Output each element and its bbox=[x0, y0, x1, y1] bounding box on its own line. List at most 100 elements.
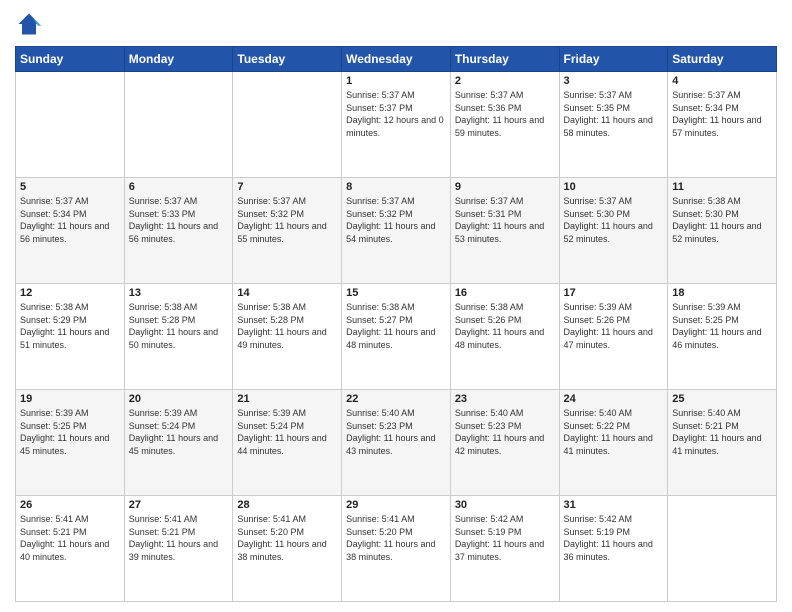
day-cell: 24 Sunrise: 5:40 AMSunset: 5:22 PMDayligh… bbox=[559, 390, 668, 496]
day-cell bbox=[668, 496, 777, 602]
day-info: Sunrise: 5:37 AMSunset: 5:37 PMDaylight:… bbox=[346, 89, 446, 139]
day-number: 14 bbox=[237, 287, 337, 299]
day-info: Sunrise: 5:38 AMSunset: 5:28 PMDaylight:… bbox=[237, 301, 337, 351]
day-cell: 30 Sunrise: 5:42 AMSunset: 5:19 PMDayligh… bbox=[450, 496, 559, 602]
day-number: 16 bbox=[455, 287, 555, 299]
day-info: Sunrise: 5:37 AMSunset: 5:32 PMDaylight:… bbox=[237, 195, 337, 245]
day-number: 19 bbox=[20, 393, 120, 405]
day-number: 4 bbox=[672, 75, 772, 87]
week-row-2: 5 Sunrise: 5:37 AMSunset: 5:34 PMDaylight… bbox=[16, 178, 777, 284]
day-info: Sunrise: 5:38 AMSunset: 5:26 PMDaylight:… bbox=[455, 301, 555, 351]
day-info: Sunrise: 5:40 AMSunset: 5:22 PMDaylight:… bbox=[564, 407, 664, 457]
day-info: Sunrise: 5:39 AMSunset: 5:24 PMDaylight:… bbox=[129, 407, 229, 457]
day-cell bbox=[16, 72, 125, 178]
day-info: Sunrise: 5:41 AMSunset: 5:21 PMDaylight:… bbox=[20, 513, 120, 563]
weekday-header-friday: Friday bbox=[559, 47, 668, 72]
page: SundayMondayTuesdayWednesdayThursdayFrid… bbox=[0, 0, 792, 612]
day-cell: 1 Sunrise: 5:37 AMSunset: 5:37 PMDaylight… bbox=[342, 72, 451, 178]
day-cell: 19 Sunrise: 5:39 AMSunset: 5:25 PMDayligh… bbox=[16, 390, 125, 496]
day-info: Sunrise: 5:37 AMSunset: 5:34 PMDaylight:… bbox=[20, 195, 120, 245]
day-cell: 21Sunrise: 5:39 AMSunset: 5:24 PMDayligh… bbox=[233, 390, 342, 496]
week-row-5: 26Sunrise: 5:41 AMSunset: 5:21 PMDayligh… bbox=[16, 496, 777, 602]
day-number: 20 bbox=[129, 393, 229, 405]
day-number: 28 bbox=[237, 499, 337, 511]
day-cell: 6Sunrise: 5:37 AMSunset: 5:33 PMDaylight… bbox=[124, 178, 233, 284]
day-info: Sunrise: 5:39 AMSunset: 5:25 PMDaylight:… bbox=[20, 407, 120, 457]
day-number: 25 bbox=[672, 393, 772, 405]
day-cell: 27 Sunrise: 5:41 AMSunset: 5:21 PMDayligh… bbox=[124, 496, 233, 602]
day-cell: 29Sunrise: 5:41 AMSunset: 5:20 PMDayligh… bbox=[342, 496, 451, 602]
day-info: Sunrise: 5:38 AMSunset: 5:28 PMDaylight:… bbox=[129, 301, 229, 351]
day-number: 7 bbox=[237, 181, 337, 193]
weekday-header-thursday: Thursday bbox=[450, 47, 559, 72]
day-cell: 26Sunrise: 5:41 AMSunset: 5:21 PMDayligh… bbox=[16, 496, 125, 602]
day-info: Sunrise: 5:40 AMSunset: 5:21 PMDaylight:… bbox=[672, 407, 772, 457]
header bbox=[15, 10, 777, 38]
day-info: Sunrise: 5:38 AMSunset: 5:27 PMDaylight:… bbox=[346, 301, 446, 351]
day-info: Sunrise: 5:41 AMSunset: 5:21 PMDaylight:… bbox=[129, 513, 229, 563]
day-cell: 3Sunrise: 5:37 AMSunset: 5:35 PMDaylight… bbox=[559, 72, 668, 178]
day-number: 11 bbox=[672, 181, 772, 193]
week-row-4: 19 Sunrise: 5:39 AMSunset: 5:25 PMDayligh… bbox=[16, 390, 777, 496]
weekday-header-sunday: Sunday bbox=[16, 47, 125, 72]
day-info: Sunrise: 5:38 AMSunset: 5:30 PMDaylight:… bbox=[672, 195, 772, 245]
day-cell: 20 Sunrise: 5:39 AMSunset: 5:24 PMDayligh… bbox=[124, 390, 233, 496]
day-cell: 12Sunrise: 5:38 AMSunset: 5:29 PMDayligh… bbox=[16, 284, 125, 390]
day-info: Sunrise: 5:37 AMSunset: 5:34 PMDaylight:… bbox=[672, 89, 772, 139]
day-number: 27 bbox=[129, 499, 229, 511]
day-number: 1 bbox=[346, 75, 446, 87]
day-number: 24 bbox=[564, 393, 664, 405]
day-cell: 17Sunrise: 5:39 AMSunset: 5:26 PMDayligh… bbox=[559, 284, 668, 390]
day-cell: 15 Sunrise: 5:38 AMSunset: 5:27 PMDayligh… bbox=[342, 284, 451, 390]
day-cell: 7 Sunrise: 5:37 AMSunset: 5:32 PMDaylight… bbox=[233, 178, 342, 284]
day-number: 13 bbox=[129, 287, 229, 299]
weekday-header-saturday: Saturday bbox=[668, 47, 777, 72]
day-cell: 23Sunrise: 5:40 AMSunset: 5:23 PMDayligh… bbox=[450, 390, 559, 496]
calendar-header: SundayMondayTuesdayWednesdayThursdayFrid… bbox=[16, 47, 777, 72]
weekday-header-tuesday: Tuesday bbox=[233, 47, 342, 72]
day-number: 15 bbox=[346, 287, 446, 299]
day-info: Sunrise: 5:40 AMSunset: 5:23 PMDaylight:… bbox=[346, 407, 446, 457]
day-cell: 14 Sunrise: 5:38 AMSunset: 5:28 PMDayligh… bbox=[233, 284, 342, 390]
day-cell: 16 Sunrise: 5:38 AMSunset: 5:26 PMDayligh… bbox=[450, 284, 559, 390]
day-cell: 22 Sunrise: 5:40 AMSunset: 5:23 PMDayligh… bbox=[342, 390, 451, 496]
day-number: 12 bbox=[20, 287, 120, 299]
day-number: 22 bbox=[346, 393, 446, 405]
day-info: Sunrise: 5:39 AMSunset: 5:25 PMDaylight:… bbox=[672, 301, 772, 351]
week-row-3: 12Sunrise: 5:38 AMSunset: 5:29 PMDayligh… bbox=[16, 284, 777, 390]
logo-icon bbox=[15, 10, 43, 38]
day-number: 21 bbox=[237, 393, 337, 405]
day-number: 2 bbox=[455, 75, 555, 87]
week-row-1: 1 Sunrise: 5:37 AMSunset: 5:37 PMDaylight… bbox=[16, 72, 777, 178]
day-cell: 31Sunrise: 5:42 AMSunset: 5:19 PMDayligh… bbox=[559, 496, 668, 602]
day-number: 18 bbox=[672, 287, 772, 299]
calendar: SundayMondayTuesdayWednesdayThursdayFrid… bbox=[15, 46, 777, 602]
day-cell: 25 Sunrise: 5:40 AMSunset: 5:21 PMDayligh… bbox=[668, 390, 777, 496]
day-cell: 10Sunrise: 5:37 AMSunset: 5:30 PMDayligh… bbox=[559, 178, 668, 284]
day-number: 9 bbox=[455, 181, 555, 193]
day-cell: 9Sunrise: 5:37 AMSunset: 5:31 PMDaylight… bbox=[450, 178, 559, 284]
calendar-body: 1 Sunrise: 5:37 AMSunset: 5:37 PMDaylight… bbox=[16, 72, 777, 602]
day-cell: 11 Sunrise: 5:38 AMSunset: 5:30 PMDayligh… bbox=[668, 178, 777, 284]
day-number: 10 bbox=[564, 181, 664, 193]
day-number: 30 bbox=[455, 499, 555, 511]
day-number: 6 bbox=[129, 181, 229, 193]
day-cell: 18 Sunrise: 5:39 AMSunset: 5:25 PMDayligh… bbox=[668, 284, 777, 390]
day-cell: 28Sunrise: 5:41 AMSunset: 5:20 PMDayligh… bbox=[233, 496, 342, 602]
day-info: Sunrise: 5:42 AMSunset: 5:19 PMDaylight:… bbox=[455, 513, 555, 563]
day-number: 8 bbox=[346, 181, 446, 193]
day-cell: 2Sunrise: 5:37 AMSunset: 5:36 PMDaylight… bbox=[450, 72, 559, 178]
day-number: 29 bbox=[346, 499, 446, 511]
day-info: Sunrise: 5:37 AMSunset: 5:32 PMDaylight:… bbox=[346, 195, 446, 245]
day-cell: 5 Sunrise: 5:37 AMSunset: 5:34 PMDaylight… bbox=[16, 178, 125, 284]
weekday-header-monday: Monday bbox=[124, 47, 233, 72]
day-cell bbox=[124, 72, 233, 178]
day-cell: 8 Sunrise: 5:37 AMSunset: 5:32 PMDaylight… bbox=[342, 178, 451, 284]
logo bbox=[15, 10, 47, 38]
day-info: Sunrise: 5:42 AMSunset: 5:19 PMDaylight:… bbox=[564, 513, 664, 563]
day-info: Sunrise: 5:37 AMSunset: 5:35 PMDaylight:… bbox=[564, 89, 664, 139]
weekday-header-wednesday: Wednesday bbox=[342, 47, 451, 72]
day-cell: 4 Sunrise: 5:37 AMSunset: 5:34 PMDaylight… bbox=[668, 72, 777, 178]
day-info: Sunrise: 5:39 AMSunset: 5:26 PMDaylight:… bbox=[564, 301, 664, 351]
day-number: 5 bbox=[20, 181, 120, 193]
